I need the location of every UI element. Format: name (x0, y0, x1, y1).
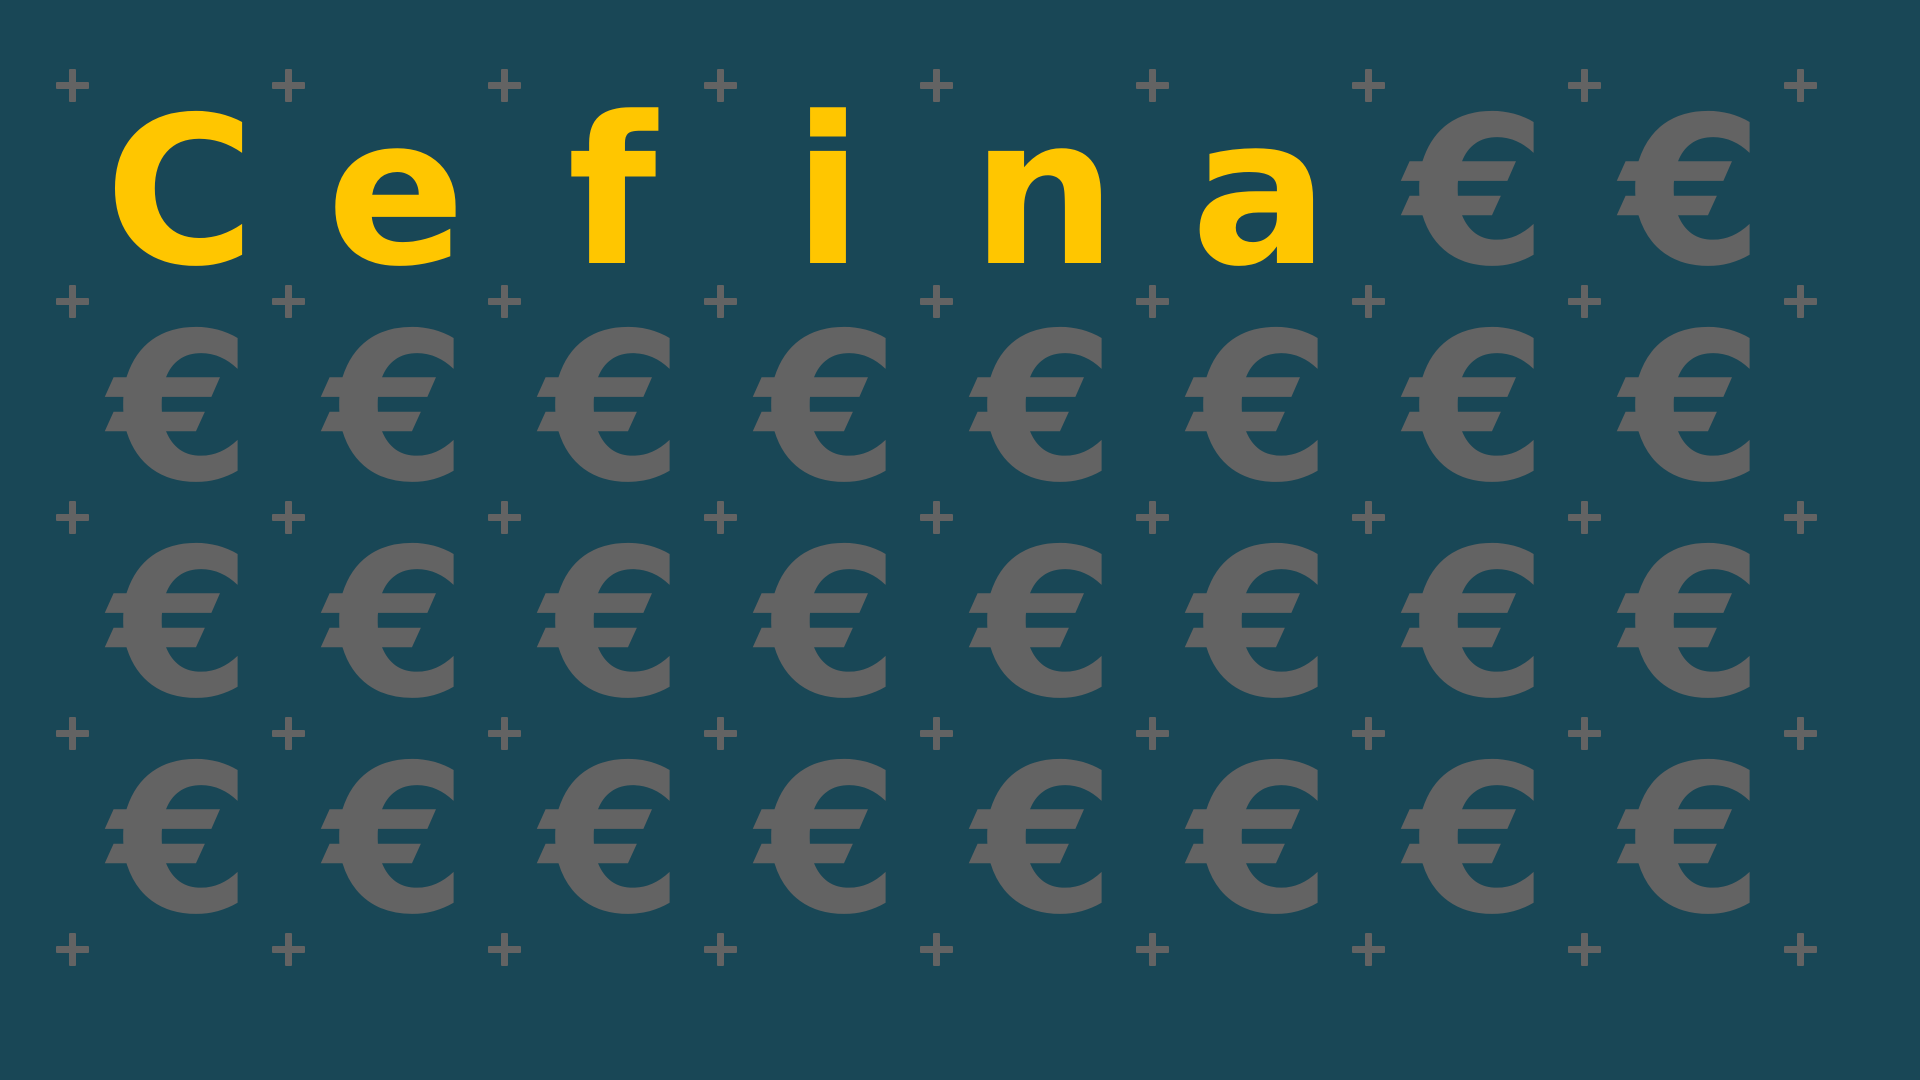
euro-sign-icon: € (972, 722, 1116, 960)
euro-sign-icon: € (324, 290, 468, 528)
euro-sign-icon: € (108, 290, 252, 528)
euro-sign-icon: € (1188, 506, 1332, 744)
euro-sign-icon: € (1404, 506, 1548, 744)
euro-sign-icon: € (756, 722, 900, 960)
title-letter: a (1190, 74, 1330, 312)
euro-sign-icon: € (1620, 74, 1764, 312)
euro-sign-icon: € (1404, 722, 1548, 960)
euro-sign-icon: € (540, 506, 684, 744)
euro-sign-icon: € (324, 506, 468, 744)
title-letter: n (971, 74, 1117, 312)
title-letter: e (326, 74, 466, 312)
euro-sign-icon: € (108, 506, 252, 744)
euro-sign-icon: € (1188, 722, 1332, 960)
euro-sign-icon: € (1620, 506, 1764, 744)
euro-sign-icon: € (108, 722, 252, 960)
euro-sign-icon: € (1620, 722, 1764, 960)
euro-sign-icon: € (972, 506, 1116, 744)
tile-board: Ce f i n a € € € € € € € € € € € € € € € € € € € € € € € € € € (0, 0, 1920, 1080)
euro-sign-icon: € (972, 290, 1116, 528)
title-letter: C (104, 74, 256, 312)
euro-sign-icon: € (1620, 290, 1764, 528)
euro-sign-icon: € (1404, 290, 1548, 528)
euro-sign-icon: € (324, 722, 468, 960)
euro-sign-icon: € (1188, 290, 1332, 528)
title-letter: i (792, 74, 864, 312)
euro-sign-icon: € (756, 290, 900, 528)
euro-sign-icon: € (756, 506, 900, 744)
euro-sign-icon: € (1404, 74, 1548, 312)
euro-sign-icon: € (540, 290, 684, 528)
title-letter: f (567, 74, 657, 312)
euro-sign-icon: € (540, 722, 684, 960)
